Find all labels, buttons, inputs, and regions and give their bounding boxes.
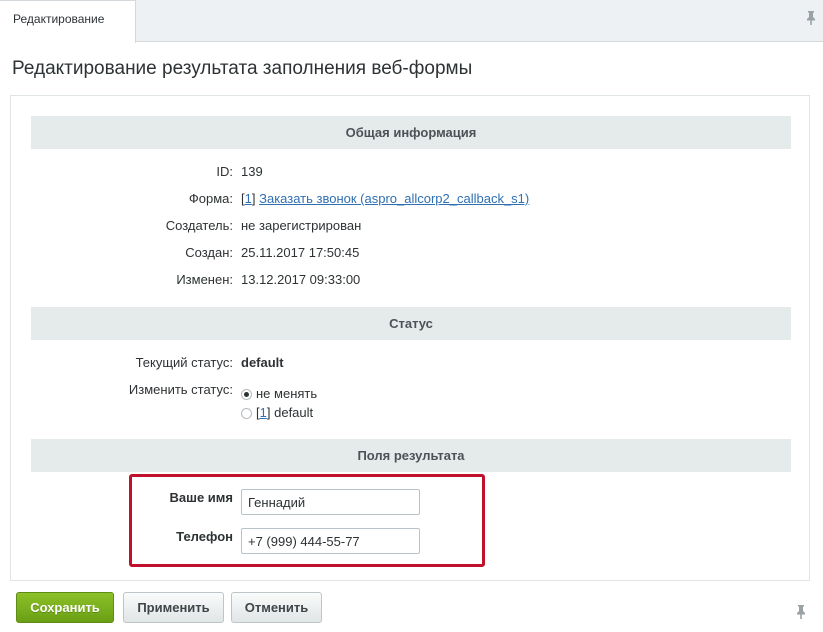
phone-field-label: Телефон: [176, 529, 233, 544]
radio-default-label: default: [274, 405, 314, 420]
cancel-button[interactable]: Отменить: [231, 592, 322, 623]
form-name-link[interactable]: Заказать звонок (aspro_allcorp2_callback…: [259, 191, 529, 206]
radio-option-no-change[interactable]: не менять: [241, 386, 317, 405]
changed-value: 13.12.2017 09:33:00: [241, 272, 361, 287]
pin-icon-bottom[interactable]: [795, 604, 807, 620]
row-change-status: Изменить статус: не менять [1] default: [11, 382, 791, 424]
phone-input[interactable]: [241, 528, 420, 554]
row-form: Форма: [1] Заказать звонок (aspro_allcor…: [11, 191, 791, 211]
form-bracket-close: ]: [251, 191, 256, 206]
form-panel: Общая информация ID: 139 Форма: [1] Зака…: [10, 95, 810, 581]
radio-default-id-link[interactable]: 1: [260, 405, 267, 420]
radio-default-bracket-close: ]: [266, 405, 271, 420]
name-input[interactable]: [241, 489, 420, 515]
apply-button[interactable]: Применить: [123, 592, 224, 623]
current-status-value: default: [241, 355, 284, 370]
section-general-info: Общая информация: [31, 116, 791, 149]
id-value: 139: [241, 164, 263, 179]
radio-unchecked-icon[interactable]: [241, 408, 252, 419]
tab-edit[interactable]: Редактирование: [0, 0, 136, 43]
created-value: 25.11.2017 17:50:45: [241, 245, 360, 260]
form-value: [1] Заказать звонок (aspro_allcorp2_call…: [241, 191, 529, 206]
radio-checked-icon[interactable]: [241, 389, 252, 400]
row-id: ID: 139: [11, 164, 791, 184]
section-status-title: Статус: [389, 316, 433, 331]
radio-option-default[interactable]: [1] default: [241, 405, 317, 424]
section-status: Статус: [31, 307, 791, 340]
row-current-status: Текущий статус: default: [11, 355, 791, 375]
row-created: Создан: 25.11.2017 17:50:45: [11, 245, 791, 265]
cancel-button-label: Отменить: [244, 600, 309, 615]
apply-button-label: Применить: [137, 600, 210, 615]
current-status-label: Текущий статус:: [135, 355, 233, 370]
creator-value: не зарегистрирован: [241, 218, 362, 233]
pin-icon[interactable]: [805, 10, 817, 26]
id-label: ID:: [216, 164, 233, 179]
radio-no-change-label: не менять: [256, 386, 318, 401]
changed-label: Изменен:: [176, 272, 233, 287]
form-label: Форма:: [188, 191, 233, 206]
save-button[interactable]: Сохранить: [16, 592, 114, 623]
tab-edit-label: Редактирование: [13, 12, 105, 26]
created-label: Создан:: [185, 245, 233, 260]
tab-bar: Редактирование: [0, 0, 823, 43]
section-general-title: Общая информация: [345, 125, 477, 140]
name-field-label: Ваше имя: [169, 490, 234, 505]
row-changed: Изменен: 13.12.2017 09:33:00: [11, 272, 791, 292]
page-title: Редактирование результата заполнения веб…: [12, 58, 473, 79]
section-result-fields: Поля результата: [31, 439, 791, 472]
status-radio-group: не менять [1] default: [241, 386, 317, 424]
save-button-label: Сохранить: [30, 600, 100, 615]
change-status-label: Изменить статус:: [128, 382, 233, 397]
form-id-link[interactable]: 1: [245, 191, 252, 206]
row-creator: Создатель: не зарегистрирован: [11, 218, 791, 238]
creator-label: Создатель:: [165, 218, 233, 233]
section-fields-title: Поля результата: [357, 448, 465, 463]
